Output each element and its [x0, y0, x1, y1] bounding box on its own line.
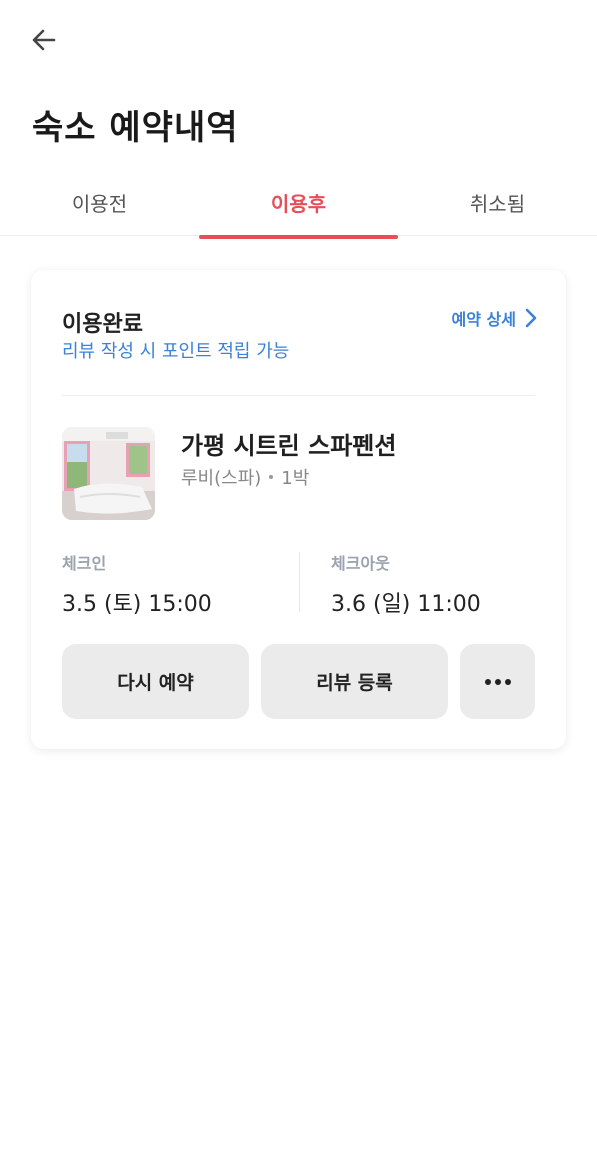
reservation-detail-label: 예약 상세	[451, 310, 516, 329]
more-horizontal-icon	[484, 678, 511, 685]
rebook-button[interactable]: 다시 예약	[62, 644, 249, 719]
top-bar	[0, 0, 597, 80]
room-info: 루비(스파) 1박	[181, 464, 309, 490]
arrow-left-icon	[32, 29, 56, 51]
back-button[interactable]	[24, 20, 64, 60]
checkout-block: 체크아웃 3.6 (일) 11:00	[331, 550, 481, 618]
chevron-right-icon	[525, 308, 537, 328]
check-divider	[299, 552, 300, 612]
nights: 1박	[281, 468, 310, 489]
active-tab-indicator	[199, 235, 398, 239]
checkout-value: 3.6 (일) 11:00	[331, 592, 481, 617]
reservation-card: 이용완료 리뷰 작성 시 포인트 적립 가능 예약 상세 가평 시트린 스파펜션…	[31, 270, 566, 749]
card-divider	[62, 395, 535, 396]
status-title: 이용완료	[62, 312, 143, 337]
write-review-button[interactable]: 리뷰 등록	[261, 644, 448, 719]
status-subtitle: 리뷰 작성 시 포인트 적립 가능	[62, 341, 290, 362]
checkin-label: 체크인	[62, 554, 107, 573]
page-title: 숙소 예약내역	[32, 108, 239, 148]
tab-before-use[interactable]: 이용전	[0, 168, 199, 236]
tab-bar: 이용전 이용후 취소됨	[0, 168, 597, 236]
tab-after-use[interactable]: 이용후	[199, 168, 398, 236]
room-type: 루비(스파)	[181, 468, 262, 489]
tab-cancelled[interactable]: 취소됨	[398, 168, 597, 236]
reservation-detail-link[interactable]: 예약 상세	[452, 306, 538, 330]
separator-dot	[269, 475, 274, 479]
checkout-label: 체크아웃	[331, 554, 390, 573]
checkin-value: 3.5 (토) 15:00	[62, 592, 212, 617]
hotel-name[interactable]: 가평 시트린 스파펜션	[181, 426, 396, 461]
more-options-button[interactable]	[460, 644, 535, 719]
hotel-thumbnail[interactable]	[62, 427, 155, 520]
reservation-history-page: 숙소 예약내역 이용전 이용후 취소됨 이용완료 리뷰 작성 시 포인트 적립 …	[0, 0, 597, 1154]
hotel-room-image	[62, 427, 155, 520]
checkin-block: 체크인 3.5 (토) 15:00	[62, 550, 212, 618]
